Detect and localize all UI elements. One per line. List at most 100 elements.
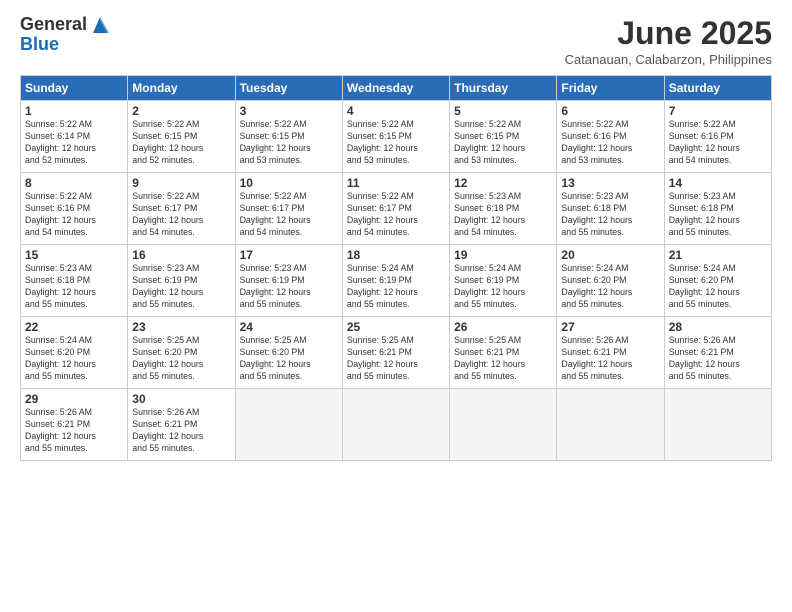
day-info: Sunrise: 5:22 AM Sunset: 6:15 PM Dayligh… [347, 119, 445, 167]
calendar-cell: 4Sunrise: 5:22 AM Sunset: 6:15 PM Daylig… [342, 101, 449, 173]
day-info: Sunrise: 5:26 AM Sunset: 6:21 PM Dayligh… [132, 407, 230, 455]
calendar-cell: 30Sunrise: 5:26 AM Sunset: 6:21 PM Dayli… [128, 389, 235, 461]
logo-icon [89, 15, 111, 35]
day-number: 8 [25, 176, 123, 190]
col-sunday: Sunday [21, 76, 128, 101]
calendar-cell: 18Sunrise: 5:24 AM Sunset: 6:19 PM Dayli… [342, 245, 449, 317]
day-number: 9 [132, 176, 230, 190]
day-number: 20 [561, 248, 659, 262]
day-number: 11 [347, 176, 445, 190]
day-info: Sunrise: 5:22 AM Sunset: 6:16 PM Dayligh… [25, 191, 123, 239]
calendar-cell: 9Sunrise: 5:22 AM Sunset: 6:17 PM Daylig… [128, 173, 235, 245]
calendar-cell: 28Sunrise: 5:26 AM Sunset: 6:21 PM Dayli… [664, 317, 771, 389]
calendar-cell: 17Sunrise: 5:23 AM Sunset: 6:19 PM Dayli… [235, 245, 342, 317]
day-info: Sunrise: 5:22 AM Sunset: 6:17 PM Dayligh… [347, 191, 445, 239]
calendar-cell [235, 389, 342, 461]
calendar-cell: 10Sunrise: 5:22 AM Sunset: 6:17 PM Dayli… [235, 173, 342, 245]
calendar-row: 22Sunrise: 5:24 AM Sunset: 6:20 PM Dayli… [21, 317, 772, 389]
calendar-cell: 8Sunrise: 5:22 AM Sunset: 6:16 PM Daylig… [21, 173, 128, 245]
calendar-row: 8Sunrise: 5:22 AM Sunset: 6:16 PM Daylig… [21, 173, 772, 245]
day-number: 23 [132, 320, 230, 334]
calendar-cell: 3Sunrise: 5:22 AM Sunset: 6:15 PM Daylig… [235, 101, 342, 173]
calendar-cell: 5Sunrise: 5:22 AM Sunset: 6:15 PM Daylig… [450, 101, 557, 173]
day-info: Sunrise: 5:24 AM Sunset: 6:20 PM Dayligh… [561, 263, 659, 311]
day-info: Sunrise: 5:22 AM Sunset: 6:16 PM Dayligh… [669, 119, 767, 167]
day-number: 7 [669, 104, 767, 118]
calendar-cell: 2Sunrise: 5:22 AM Sunset: 6:15 PM Daylig… [128, 101, 235, 173]
day-number: 15 [25, 248, 123, 262]
day-info: Sunrise: 5:24 AM Sunset: 6:19 PM Dayligh… [454, 263, 552, 311]
calendar-cell: 21Sunrise: 5:24 AM Sunset: 6:20 PM Dayli… [664, 245, 771, 317]
col-saturday: Saturday [664, 76, 771, 101]
day-info: Sunrise: 5:26 AM Sunset: 6:21 PM Dayligh… [561, 335, 659, 383]
calendar-cell: 11Sunrise: 5:22 AM Sunset: 6:17 PM Dayli… [342, 173, 449, 245]
calendar-cell [450, 389, 557, 461]
day-info: Sunrise: 5:22 AM Sunset: 6:14 PM Dayligh… [25, 119, 123, 167]
day-number: 18 [347, 248, 445, 262]
calendar-cell [557, 389, 664, 461]
day-number: 13 [561, 176, 659, 190]
day-number: 10 [240, 176, 338, 190]
col-monday: Monday [128, 76, 235, 101]
day-info: Sunrise: 5:22 AM Sunset: 6:17 PM Dayligh… [240, 191, 338, 239]
calendar-cell [664, 389, 771, 461]
day-info: Sunrise: 5:23 AM Sunset: 6:19 PM Dayligh… [132, 263, 230, 311]
subtitle: Catanauan, Calabarzon, Philippines [565, 52, 772, 67]
calendar-cell: 1Sunrise: 5:22 AM Sunset: 6:14 PM Daylig… [21, 101, 128, 173]
day-number: 21 [669, 248, 767, 262]
day-info: Sunrise: 5:24 AM Sunset: 6:20 PM Dayligh… [25, 335, 123, 383]
day-info: Sunrise: 5:25 AM Sunset: 6:21 PM Dayligh… [454, 335, 552, 383]
day-number: 24 [240, 320, 338, 334]
calendar-cell: 27Sunrise: 5:26 AM Sunset: 6:21 PM Dayli… [557, 317, 664, 389]
logo: General Blue [20, 15, 111, 55]
day-number: 30 [132, 392, 230, 406]
calendar-cell: 14Sunrise: 5:23 AM Sunset: 6:18 PM Dayli… [664, 173, 771, 245]
calendar-header-row: Sunday Monday Tuesday Wednesday Thursday… [21, 76, 772, 101]
calendar-row: 15Sunrise: 5:23 AM Sunset: 6:18 PM Dayli… [21, 245, 772, 317]
day-number: 14 [669, 176, 767, 190]
day-number: 29 [25, 392, 123, 406]
title-block: June 2025 Catanauan, Calabarzon, Philipp… [565, 15, 772, 67]
calendar-cell: 15Sunrise: 5:23 AM Sunset: 6:18 PM Dayli… [21, 245, 128, 317]
day-number: 3 [240, 104, 338, 118]
day-number: 6 [561, 104, 659, 118]
logo-blue: Blue [20, 35, 111, 55]
calendar-table: Sunday Monday Tuesday Wednesday Thursday… [20, 75, 772, 461]
day-info: Sunrise: 5:25 AM Sunset: 6:20 PM Dayligh… [132, 335, 230, 383]
day-number: 26 [454, 320, 552, 334]
day-number: 12 [454, 176, 552, 190]
day-info: Sunrise: 5:26 AM Sunset: 6:21 PM Dayligh… [25, 407, 123, 455]
col-wednesday: Wednesday [342, 76, 449, 101]
day-info: Sunrise: 5:22 AM Sunset: 6:17 PM Dayligh… [132, 191, 230, 239]
day-info: Sunrise: 5:23 AM Sunset: 6:19 PM Dayligh… [240, 263, 338, 311]
day-number: 1 [25, 104, 123, 118]
day-number: 16 [132, 248, 230, 262]
calendar-cell: 7Sunrise: 5:22 AM Sunset: 6:16 PM Daylig… [664, 101, 771, 173]
day-info: Sunrise: 5:23 AM Sunset: 6:18 PM Dayligh… [669, 191, 767, 239]
day-number: 4 [347, 104, 445, 118]
calendar-cell: 26Sunrise: 5:25 AM Sunset: 6:21 PM Dayli… [450, 317, 557, 389]
day-info: Sunrise: 5:25 AM Sunset: 6:20 PM Dayligh… [240, 335, 338, 383]
calendar-cell: 29Sunrise: 5:26 AM Sunset: 6:21 PM Dayli… [21, 389, 128, 461]
calendar-cell: 20Sunrise: 5:24 AM Sunset: 6:20 PM Dayli… [557, 245, 664, 317]
col-tuesday: Tuesday [235, 76, 342, 101]
calendar-row: 1Sunrise: 5:22 AM Sunset: 6:14 PM Daylig… [21, 101, 772, 173]
day-info: Sunrise: 5:24 AM Sunset: 6:20 PM Dayligh… [669, 263, 767, 311]
calendar-cell: 23Sunrise: 5:25 AM Sunset: 6:20 PM Dayli… [128, 317, 235, 389]
header: General Blue June 2025 Catanauan, Calaba… [20, 15, 772, 67]
day-number: 22 [25, 320, 123, 334]
col-friday: Friday [557, 76, 664, 101]
calendar-cell: 24Sunrise: 5:25 AM Sunset: 6:20 PM Dayli… [235, 317, 342, 389]
day-number: 2 [132, 104, 230, 118]
day-info: Sunrise: 5:22 AM Sunset: 6:16 PM Dayligh… [561, 119, 659, 167]
day-number: 27 [561, 320, 659, 334]
main-title: June 2025 [565, 15, 772, 52]
calendar-row: 29Sunrise: 5:26 AM Sunset: 6:21 PM Dayli… [21, 389, 772, 461]
day-info: Sunrise: 5:24 AM Sunset: 6:19 PM Dayligh… [347, 263, 445, 311]
calendar-cell: 19Sunrise: 5:24 AM Sunset: 6:19 PM Dayli… [450, 245, 557, 317]
day-info: Sunrise: 5:22 AM Sunset: 6:15 PM Dayligh… [454, 119, 552, 167]
col-thursday: Thursday [450, 76, 557, 101]
day-number: 17 [240, 248, 338, 262]
day-info: Sunrise: 5:23 AM Sunset: 6:18 PM Dayligh… [25, 263, 123, 311]
calendar-cell: 25Sunrise: 5:25 AM Sunset: 6:21 PM Dayli… [342, 317, 449, 389]
